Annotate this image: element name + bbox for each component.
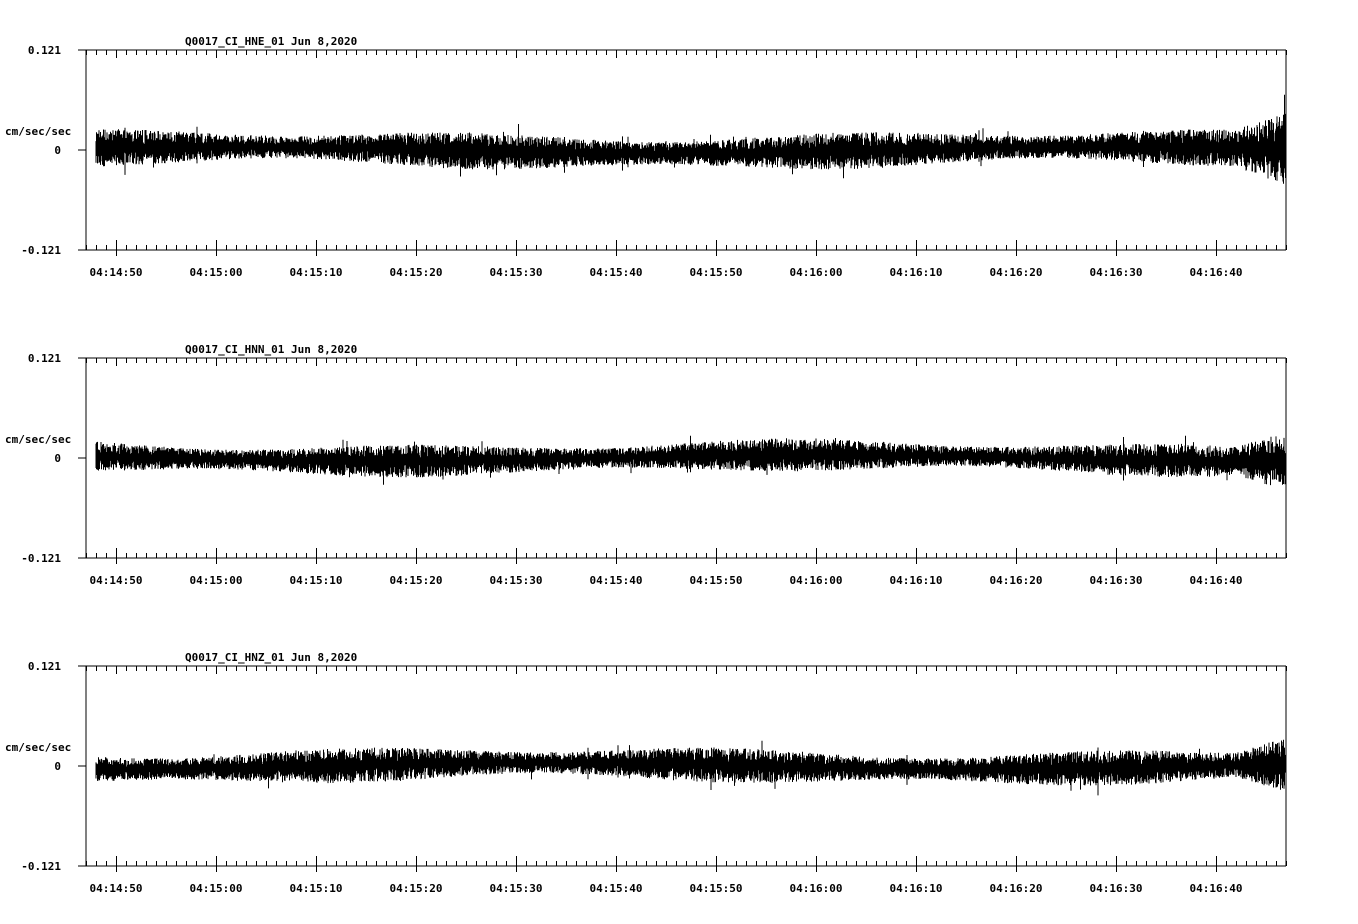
x-tick-label: 04:16:40 [1190, 574, 1243, 587]
x-tick-label: 04:16:00 [790, 574, 843, 587]
x-tick-label: 04:16:10 [890, 574, 943, 587]
x-tick-label: 04:15:20 [390, 574, 443, 587]
y-tick-label: -0.121 [21, 552, 61, 565]
x-tick-label: 04:15:10 [290, 266, 343, 279]
y-tick-label: 0 [54, 452, 61, 465]
y-axis-label: cm/sec/sec [5, 741, 71, 754]
x-tick-label: 04:15:50 [690, 574, 743, 587]
x-tick-label: 04:15:30 [490, 882, 543, 895]
x-tick-label: 04:15:40 [590, 882, 643, 895]
x-tick-label: 04:15:40 [590, 574, 643, 587]
y-tick-label: 0.121 [28, 660, 61, 673]
x-tick-label: 04:16:30 [1090, 882, 1143, 895]
x-tick-label: 04:15:00 [190, 882, 243, 895]
x-tick-label: 04:15:50 [690, 882, 743, 895]
x-tick-label: 04:16:30 [1090, 574, 1143, 587]
panel-title: Q0017_CI_HNE_01 Jun 8,2020 [185, 35, 357, 48]
waveform-trace [95, 94, 1287, 184]
x-tick-label: 04:15:50 [690, 266, 743, 279]
y-tick-label: 0.121 [28, 352, 61, 365]
panel-title: Q0017_CI_HNN_01 Jun 8,2020 [185, 343, 357, 356]
x-tick-label: 04:15:20 [390, 882, 443, 895]
y-tick-label: -0.121 [21, 244, 61, 257]
x-tick-label: 04:15:40 [590, 266, 643, 279]
x-tick-label: 04:16:00 [790, 266, 843, 279]
x-tick-label: 04:14:50 [90, 574, 143, 587]
waveform-trace [95, 435, 1287, 486]
x-tick-label: 04:16:30 [1090, 266, 1143, 279]
x-tick-label: 04:16:40 [1190, 266, 1243, 279]
x-tick-label: 04:16:40 [1190, 882, 1243, 895]
x-tick-label: 04:16:10 [890, 266, 943, 279]
x-tick-label: 04:15:00 [190, 266, 243, 279]
x-tick-label: 04:16:20 [990, 882, 1043, 895]
y-tick-label: -0.121 [21, 860, 61, 873]
x-tick-label: 04:16:00 [790, 882, 843, 895]
y-axis-label: cm/sec/sec [5, 433, 71, 446]
waveform-panel: Q0017_CI_HNE_01 Jun 8,2020 cm/sec/sec 0.12… [5, 35, 1287, 279]
y-tick-label: 0 [54, 760, 61, 773]
x-tick-label: 04:15:10 [290, 574, 343, 587]
x-tick-label: 04:16:20 [990, 574, 1043, 587]
x-tick-label: 04:16:10 [890, 882, 943, 895]
panel-title: Q0017_CI_HNZ_01 Jun 8,2020 [185, 651, 357, 664]
waveform-panel: Q0017_CI_HNZ_01 Jun 8,2020 cm/sec/sec 0.12… [5, 651, 1287, 895]
y-tick-label: 0 [54, 144, 61, 157]
seismogram-figure: Q0017_CI_HNE_01 Jun 8,2020 cm/sec/sec 0.12… [5, 35, 1287, 895]
x-tick-label: 04:15:20 [390, 266, 443, 279]
x-tick-label: 04:14:50 [90, 266, 143, 279]
x-tick-label: 04:16:20 [990, 266, 1043, 279]
x-tick-label: 04:15:10 [290, 882, 343, 895]
x-tick-label: 04:15:00 [190, 574, 243, 587]
y-axis-label: cm/sec/sec [5, 125, 71, 138]
x-tick-label: 04:15:30 [490, 574, 543, 587]
x-tick-label: 04:14:50 [90, 882, 143, 895]
waveform-trace [95, 739, 1287, 796]
y-tick-label: 0.121 [28, 44, 61, 57]
waveform-panel: Q0017_CI_HNN_01 Jun 8,2020 cm/sec/sec 0.12… [5, 343, 1287, 587]
x-tick-label: 04:15:30 [490, 266, 543, 279]
